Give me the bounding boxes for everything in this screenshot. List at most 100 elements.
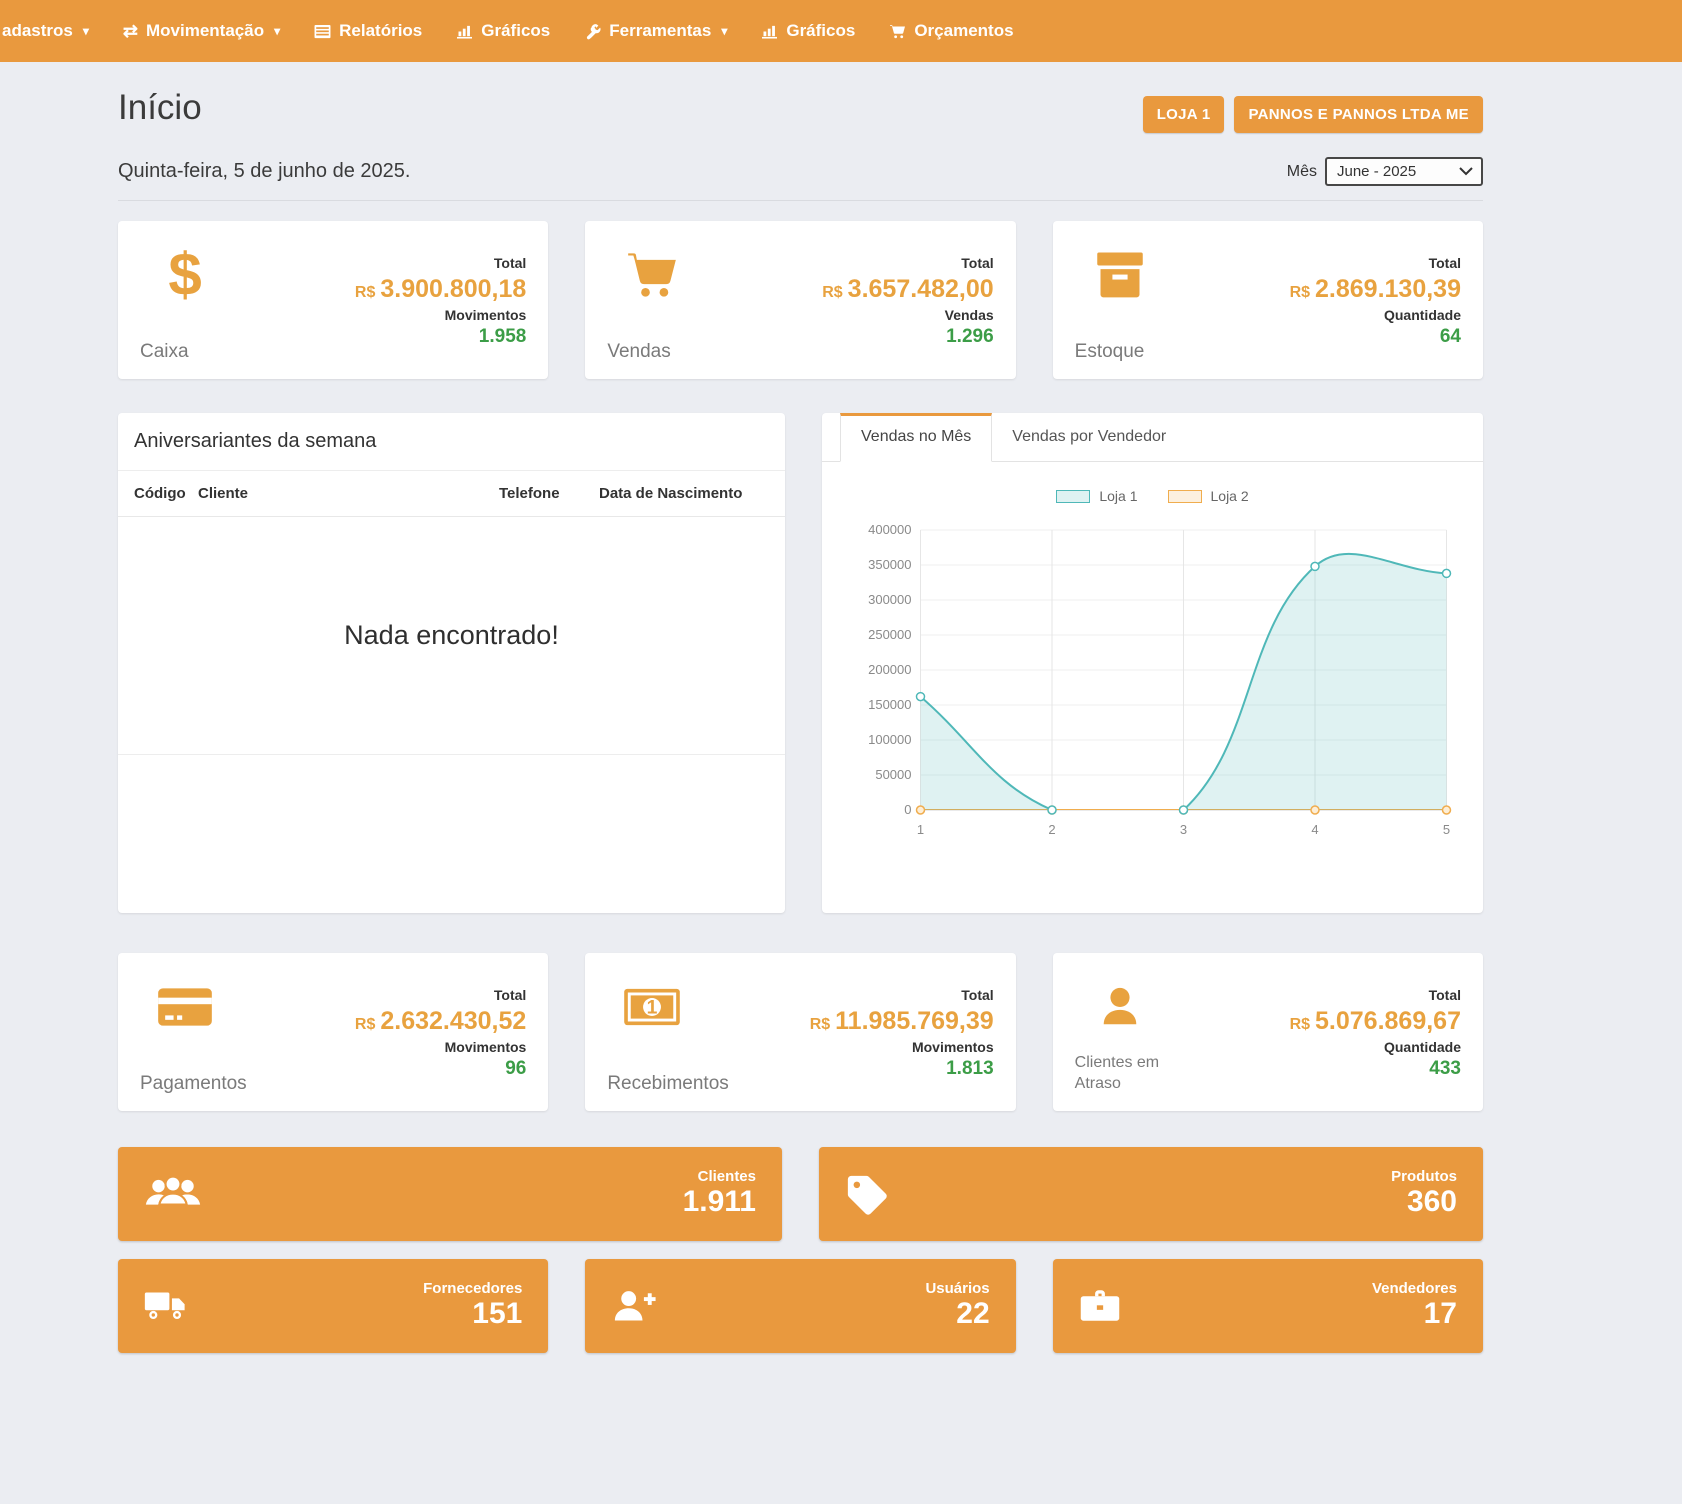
count-label: Vendas [765, 307, 993, 323]
caret-down-icon: ▾ [721, 24, 727, 38]
stat-card-title: Recebimentos [607, 1073, 765, 1095]
tab-vendas-por-vendedor[interactable]: Vendas por Vendedor [992, 413, 1186, 461]
nav-item-movimentacao[interactable]: ⇄ Movimentação ▾ [106, 0, 297, 62]
nav-label: Gráficos [481, 21, 550, 41]
sales-chart-area: Loja 1Loja 2 050000100000150000200000250… [822, 462, 1483, 866]
svg-text:400000: 400000 [868, 522, 911, 537]
caret-down-icon: ▾ [274, 24, 280, 38]
shopping-cart-icon [615, 239, 689, 311]
nav-label: Ferramentas [609, 21, 711, 41]
cart-icon [889, 24, 906, 39]
month-select[interactable]: June - 2025 [1325, 157, 1483, 186]
nav-label: adastros [2, 21, 73, 41]
tile-vendedores[interactable]: Vendedores 17 [1053, 1259, 1483, 1353]
nav-label: Gráficos [786, 21, 855, 41]
tile-label: Fornecedores [220, 1280, 522, 1297]
total-value: R$3.657.482,00 [765, 274, 993, 304]
truck-icon [144, 1290, 220, 1322]
tile-produtos[interactable]: Produtos 360 [819, 1147, 1483, 1241]
column-header-codigo: Código [134, 485, 198, 502]
nav-label: Orçamentos [914, 21, 1013, 41]
stat-card-title: Vendas [607, 341, 765, 363]
caret-down-icon: ▾ [83, 24, 89, 38]
nav-item-relatorios[interactable]: Relatórios [297, 0, 439, 62]
bar-chart-icon [761, 24, 778, 39]
svg-text:50000: 50000 [875, 767, 911, 782]
svg-text:300000: 300000 [868, 592, 911, 607]
bar-chart-icon [456, 24, 473, 39]
svg-text:2: 2 [1048, 822, 1055, 837]
legend-label: Loja 1 [1099, 488, 1137, 504]
stat-card-vendas: Vendas Total R$3.657.482,00 Vendas 1.296 [585, 221, 1015, 379]
chevron-down-icon [1459, 167, 1473, 176]
stat-card-title: Clientes em Atraso [1075, 1053, 1180, 1095]
briefcase-icon [1079, 1288, 1155, 1324]
dollar-icon: $ [148, 239, 222, 311]
total-label: Total [298, 987, 526, 1003]
page-title: Início [118, 88, 202, 128]
credit-card-icon [148, 971, 222, 1043]
stat-card-recebimentos: 1 Recebimentos Total R$11.985.769,39 Mov… [585, 953, 1015, 1111]
count-value: 433 [1233, 1058, 1461, 1080]
svg-text:5: 5 [1443, 822, 1450, 837]
total-label: Total [298, 255, 526, 271]
tile-label: Produtos [921, 1168, 1457, 1185]
svg-text:200000: 200000 [868, 662, 911, 677]
count-label: Movimentos [298, 307, 526, 323]
nav-label: Relatórios [339, 21, 422, 41]
birthdays-table-header: Código Cliente Telefone Data de Nascimen… [118, 471, 785, 517]
column-header-cliente: Cliente [198, 485, 499, 502]
tile-clientes[interactable]: Clientes 1.911 [118, 1147, 782, 1241]
nav-item-orcamentos[interactable]: Orçamentos [872, 0, 1030, 62]
banknote-icon: 1 [615, 971, 689, 1043]
month-select-value: June - 2025 [1337, 163, 1416, 180]
top-navbar: adastros ▾ ⇄ Movimentação ▾ Relatórios G… [0, 0, 1682, 62]
user-icon [1083, 971, 1157, 1043]
legend-swatch [1056, 490, 1090, 503]
nav-item-ferramentas[interactable]: Ferramentas ▾ [567, 0, 744, 62]
nav-item-cadastros[interactable]: adastros ▾ [0, 0, 106, 62]
nav-item-graficos-2[interactable]: Gráficos [744, 0, 872, 62]
legend-item[interactable]: Loja 1 [1056, 488, 1137, 504]
report-icon [314, 24, 331, 39]
tab-vendas-no-mes[interactable]: Vendas no Mês [840, 413, 992, 462]
tile-fornecedores[interactable]: Fornecedores 151 [118, 1259, 548, 1353]
count-value: 96 [298, 1058, 526, 1080]
total-value: R$5.076.869,67 [1233, 1006, 1461, 1036]
stat-card-title: Caixa [140, 341, 298, 363]
tag-icon [845, 1173, 921, 1215]
stat-card-pagamentos: Pagamentos Total R$2.632.430,52 Moviment… [118, 953, 548, 1111]
stat-card-title: Pagamentos [140, 1073, 298, 1095]
stat-card-title: Estoque [1075, 341, 1233, 363]
count-value: 1.958 [298, 326, 526, 348]
month-label: Mês [1287, 163, 1317, 181]
users-icon [144, 1173, 220, 1215]
count-value: 1.813 [765, 1058, 993, 1080]
total-label: Total [1233, 987, 1461, 1003]
total-label: Total [765, 255, 993, 271]
tile-usuarios[interactable]: Usuários 22 [585, 1259, 1015, 1353]
tile-value: 360 [921, 1185, 1457, 1220]
tile-value: 22 [687, 1297, 989, 1332]
sales-line-chart: 0500001000001500002000002500003000003500… [840, 516, 1465, 846]
chart-legend: Loja 1 Loja 2 [840, 488, 1465, 504]
svg-text:150000: 150000 [868, 697, 911, 712]
total-value: R$11.985.769,39 [765, 1006, 993, 1036]
legend-item[interactable]: Loja 2 [1168, 488, 1249, 504]
tile-label: Vendedores [1155, 1280, 1457, 1297]
total-value: R$2.869.130,39 [1233, 274, 1461, 304]
current-date: Quinta-feira, 5 de junho de 2025. [118, 160, 410, 183]
store-button[interactable]: LOJA 1 [1143, 96, 1225, 133]
svg-text:1: 1 [917, 822, 924, 837]
exchange-icon: ⇄ [123, 22, 138, 40]
total-label: Total [765, 987, 993, 1003]
total-value: R$3.900.800,18 [298, 274, 526, 304]
sales-tabs: Vendas no Mês Vendas por Vendedor [822, 413, 1483, 462]
nav-label: Movimentação [146, 21, 264, 41]
tile-value: 17 [1155, 1297, 1457, 1332]
stat-card-clientes-em-atraso: Clientes em Atraso Total R$5.076.869,67 … [1053, 953, 1483, 1111]
svg-text:1: 1 [647, 998, 658, 1019]
company-button[interactable]: PANNOS E PANNOS LTDA ME [1234, 96, 1483, 133]
legend-label: Loja 2 [1211, 488, 1249, 504]
nav-item-graficos-1[interactable]: Gráficos [439, 0, 567, 62]
